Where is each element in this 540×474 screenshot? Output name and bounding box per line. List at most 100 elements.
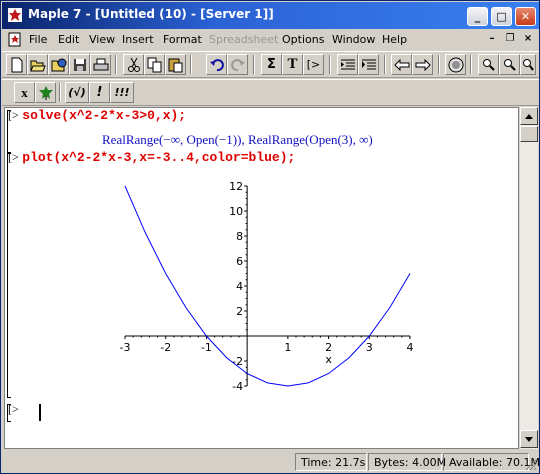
execute-all-icon xyxy=(361,59,376,69)
cut-icon xyxy=(127,57,140,72)
menu-view[interactable]: View xyxy=(89,33,115,46)
x-tick-label: 4 xyxy=(407,341,414,354)
insert-input-button[interactable]: [> xyxy=(303,54,324,75)
worksheet[interactable]: [> solve(x^2-2*x-3>0,x); RealRange(−∞, O… xyxy=(4,107,519,449)
prompt: [> xyxy=(8,150,19,164)
zoom-out-button[interactable] xyxy=(499,54,520,75)
scroll-down-button[interactable] xyxy=(520,430,538,448)
x-tick-label: 3 xyxy=(366,341,373,354)
cut-button[interactable] xyxy=(123,54,144,75)
sum-button[interactable]: Σ xyxy=(261,54,282,75)
back-button[interactable] xyxy=(391,54,412,75)
menu-bar: File Edit View Insert Format Spreadsheet… xyxy=(2,30,539,49)
undo-icon xyxy=(209,58,224,71)
execute-bang-button[interactable]: ! xyxy=(89,82,110,103)
y-tick-label: 10 xyxy=(229,205,243,218)
x-tick-label: 1 xyxy=(284,341,291,354)
undo-button[interactable] xyxy=(206,54,227,75)
text-button[interactable]: T xyxy=(282,54,303,75)
paste-button[interactable] xyxy=(165,54,186,75)
window-title: Maple 7 - [Untitled (10) - [Server 1]] xyxy=(28,7,274,21)
input-icon: [> xyxy=(306,58,321,71)
x-tick-label: -1 xyxy=(201,341,212,354)
bang-icon: ! xyxy=(96,85,103,100)
evaluate-button[interactable]: (√) xyxy=(65,82,89,103)
toolbar-separator xyxy=(59,83,61,102)
maple-window: Maple 7 - [Untitled (10) - [Server 1]] _… xyxy=(0,0,540,474)
y-tick-label: 2 xyxy=(236,305,243,318)
magnify-icon xyxy=(523,58,534,71)
print-icon xyxy=(93,58,108,70)
evaluate-icon: (√) xyxy=(68,86,86,99)
input-line-2[interactable]: [> plot(x^2-2*x-3,x=-3..4,color=blue); xyxy=(8,150,295,165)
redo-icon xyxy=(230,58,245,71)
plot[interactable]: -3 -2 -1 1 2 3 412108642-2-4x xyxy=(110,176,430,396)
menu-insert[interactable]: Insert xyxy=(122,33,154,46)
toolbar-separator xyxy=(115,55,117,74)
math-x-button[interactable]: x xyxy=(14,82,35,103)
y-tick-label: 12 xyxy=(229,180,243,193)
y-tick-label: 6 xyxy=(236,255,243,268)
group-bracket[interactable] xyxy=(7,152,11,398)
input-line-3[interactable]: [> xyxy=(8,402,19,417)
menu-format[interactable]: Format xyxy=(163,33,202,46)
vertical-scrollbar[interactable] xyxy=(519,107,538,449)
input-command[interactable]: plot(x^2-2*x-3,x=-3..4,color=blue); xyxy=(22,150,295,165)
redo-button xyxy=(227,54,248,75)
execute-icon xyxy=(340,59,355,69)
title-bar[interactable]: Maple 7 - [Untitled (10) - [Server 1]] _… xyxy=(2,2,539,29)
menu-file[interactable]: File xyxy=(29,33,47,46)
maple-input-button[interactable] xyxy=(35,82,56,103)
y-tick-label: 4 xyxy=(236,280,243,293)
prompt: [> xyxy=(8,402,19,416)
menu-help[interactable]: Help xyxy=(382,33,407,46)
mdi-restore-button[interactable]: ❐ xyxy=(503,32,517,45)
execute-button[interactable] xyxy=(337,54,358,75)
maple-leaf-icon xyxy=(8,8,22,22)
menu-edit[interactable]: Edit xyxy=(58,33,79,46)
open-url-icon xyxy=(51,58,66,71)
status-time: Time: 21.7s xyxy=(295,453,367,471)
arrow-up-icon xyxy=(525,113,533,119)
paste-icon xyxy=(168,58,182,72)
execute-all-button[interactable] xyxy=(358,54,379,75)
zoom-in-button[interactable] xyxy=(478,54,499,75)
zoom-in-icon xyxy=(482,58,495,71)
x-axis-label: x xyxy=(325,353,332,366)
forward-button[interactable] xyxy=(412,54,433,75)
scroll-thumb[interactable] xyxy=(520,126,538,142)
status-available: Available: 70.1M xyxy=(443,453,540,471)
toolbar-separator xyxy=(438,55,440,74)
new-file-button[interactable] xyxy=(6,54,27,75)
toolbar-separator xyxy=(190,55,192,74)
menu-window[interactable]: Window xyxy=(332,33,375,46)
mdi-controls: – ❐ × xyxy=(485,32,535,45)
mdi-close-button[interactable]: × xyxy=(521,32,535,45)
save-icon xyxy=(73,58,86,71)
series-line xyxy=(124,185,411,387)
toolbar-separator xyxy=(329,55,331,74)
execute-worksheet-button[interactable]: !!! xyxy=(110,82,134,103)
zoom-more-button[interactable] xyxy=(520,54,536,75)
mdi-minimize-button[interactable]: – xyxy=(485,32,499,45)
menu-options[interactable]: Options xyxy=(282,33,324,46)
close-button[interactable]: ✕ xyxy=(515,7,536,26)
resize-grip-icon[interactable] xyxy=(525,459,537,471)
open-url-button[interactable] xyxy=(48,54,69,75)
copy-button[interactable] xyxy=(144,54,165,75)
open-file-icon xyxy=(29,60,46,71)
print-button[interactable] xyxy=(90,54,111,75)
status-bar: Time: 21.7s Bytes: 4.00M Available: 70.1… xyxy=(2,451,540,473)
minimize-button[interactable]: _ xyxy=(467,7,488,26)
toolbar-separator xyxy=(384,55,386,74)
save-button[interactable] xyxy=(69,54,90,75)
triple-bang-icon: !!! xyxy=(114,86,130,99)
menu-spreadsheet: Spreadsheet xyxy=(209,33,279,46)
open-file-button[interactable] xyxy=(27,54,48,75)
scroll-up-button[interactable] xyxy=(520,107,538,125)
maximize-button[interactable]: □ xyxy=(491,7,512,26)
stop-button[interactable] xyxy=(445,54,466,75)
document-icon[interactable] xyxy=(7,32,23,47)
input-line-1[interactable]: [> solve(x^2-2*x-3>0,x); xyxy=(8,108,186,123)
input-command[interactable]: solve(x^2-2*x-3>0,x); xyxy=(22,108,186,123)
